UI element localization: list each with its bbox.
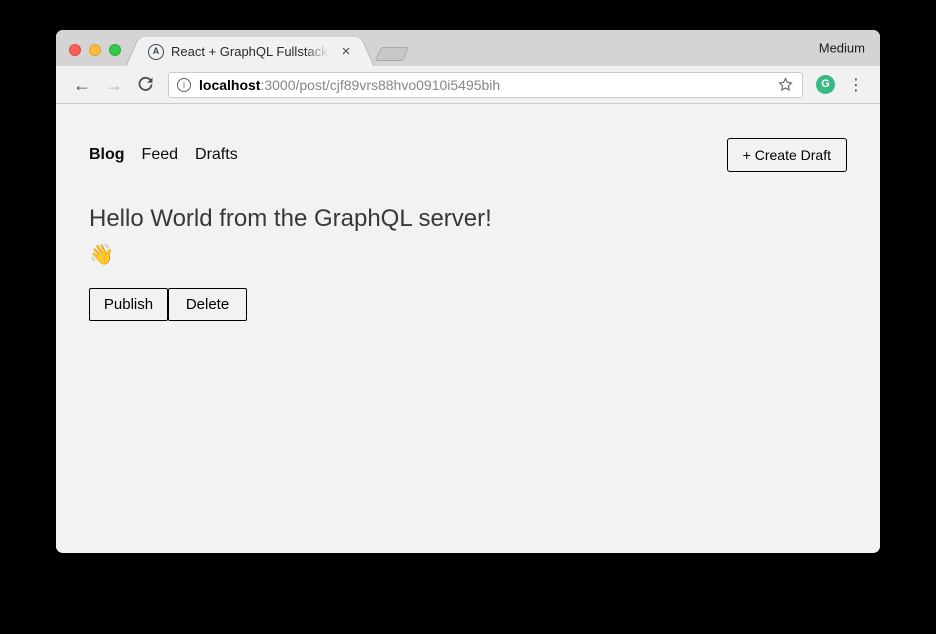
close-window-button[interactable] (69, 44, 81, 56)
browser-tab[interactable]: A React + GraphQL Fullstack Boilerplate … (142, 37, 358, 66)
reload-icon[interactable] (130, 76, 161, 93)
star-icon-glyph (778, 77, 793, 92)
tab-bar: A React + GraphQL Fullstack Boilerplate … (56, 30, 880, 66)
browser-window: A React + GraphQL Fullstack Boilerplate … (56, 30, 880, 553)
new-tab-button[interactable] (374, 47, 410, 61)
site-nav: Blog Feed Drafts (89, 146, 238, 164)
site-info-icon[interactable]: i (177, 77, 191, 92)
nav-link-drafts[interactable]: Drafts (195, 146, 238, 164)
nav-link-blog[interactable]: Blog (89, 146, 125, 164)
bookmark-star-icon[interactable] (777, 76, 794, 93)
url-path: :3000/post/cjf89vrs88hvo0910i5495bih (260, 76, 501, 93)
back-icon[interactable]: ← (66, 76, 98, 94)
tab-close-icon[interactable]: × (338, 44, 354, 60)
zoom-window-button[interactable] (109, 44, 121, 56)
grammarly-extension-icon[interactable]: G (816, 75, 835, 94)
minimize-window-button[interactable] (89, 44, 101, 56)
browser-toolbar: ← → i localhost:3000/post/cjf89vrs88hvo0… (56, 66, 880, 104)
post-title: Hello World from the GraphQL server! (89, 205, 492, 232)
page-content: Blog Feed Drafts + Create Draft Hello Wo… (56, 104, 880, 552)
url-text: localhost:3000/post/cjf89vrs88hvo0910i54… (199, 77, 500, 93)
post-body-emoji: 👋 (89, 244, 114, 266)
tab-favicon-icon: A (148, 43, 164, 60)
address-bar[interactable]: i localhost:3000/post/cjf89vrs88hvo0910i… (168, 71, 803, 98)
nav-link-feed[interactable]: Feed (142, 146, 178, 164)
url-host: localhost (199, 76, 261, 93)
forward-icon[interactable]: → (98, 76, 130, 94)
publish-button[interactable]: Publish (89, 288, 168, 321)
window-controls (69, 44, 121, 56)
reload-icon-glyph (138, 76, 153, 91)
create-draft-button[interactable]: + Create Draft (726, 138, 847, 172)
browser-menu-icon[interactable]: ⋮ (842, 75, 870, 95)
tab-title-fade (304, 37, 334, 66)
delete-button[interactable]: Delete (168, 288, 247, 321)
page-header: Blog Feed Drafts + Create Draft (89, 138, 847, 172)
post-actions: Publish Delete (89, 288, 847, 321)
profile-label[interactable]: Medium (819, 41, 865, 56)
